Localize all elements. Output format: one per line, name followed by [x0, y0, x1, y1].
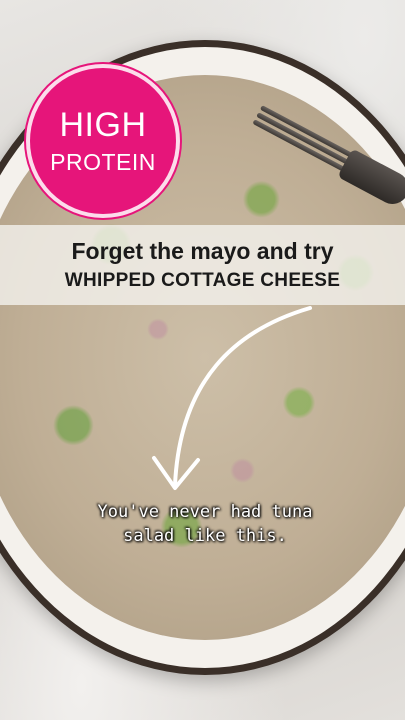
caption-line1: You've never had tuna — [97, 502, 313, 522]
headline-line2: WHIPPED COTTAGE CHEESE — [64, 270, 341, 291]
curved-arrow-down-icon — [152, 306, 312, 490]
badge-line-high: HIGH — [59, 106, 147, 144]
caption: You've never had tuna salad like this. — [60, 500, 350, 548]
high-protein-badge: HIGH PROTEIN — [30, 68, 176, 214]
headline-banner: Forget the mayo and try WHIPPED COTTAGE … — [0, 225, 405, 305]
caption-line2: salad like this. — [123, 526, 287, 546]
badge-line-protein: PROTEIN — [50, 149, 156, 175]
headline-line1: Forget the mayo and try — [71, 238, 334, 264]
